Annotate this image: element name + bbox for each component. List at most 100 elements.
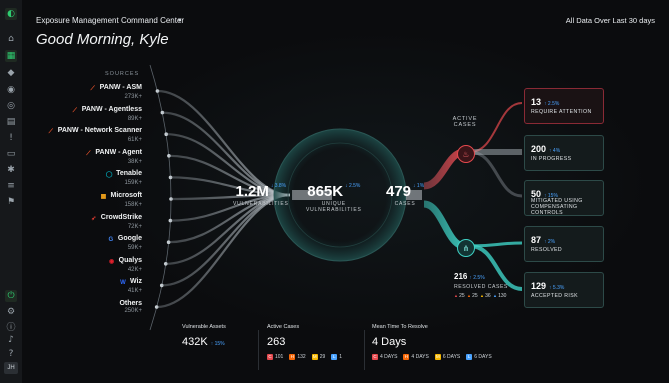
- gear-icon[interactable]: ✱: [5, 164, 17, 176]
- source-name-text: Qualys: [118, 256, 142, 264]
- source-item[interactable]: ⟋ PANW - Network Scanner 61K+: [22, 127, 142, 143]
- flow-to-card-5: [469, 244, 523, 291]
- settings-icon[interactable]: ⚙: [5, 306, 17, 318]
- case-card[interactable]: 13 ↑ 2.5% REQUIRE ATTENTION: [524, 88, 604, 124]
- source-count: 42K+: [127, 266, 142, 273]
- case-card-value: 87: [531, 235, 542, 245]
- mttr-kpi[interactable]: Mean Time To Resolve 4 Days C4 DAYS H 4 DA…: [372, 324, 498, 360]
- source-count: 158K+: [124, 202, 142, 208]
- panw-logo-icon: ⟋: [86, 150, 91, 157]
- case-card[interactable]: 87 ↑ 2% RESOLVED: [524, 226, 604, 262]
- grid-icon[interactable]: ▦: [5, 50, 17, 62]
- case-card-value: 13: [531, 97, 542, 107]
- case-card[interactable]: 129 ↑ 5.3% ACCEPTED RISK: [524, 272, 604, 308]
- source-item[interactable]: ➶ CrowdStrike 72K+: [22, 214, 142, 230]
- power-icon[interactable]: ⏻: [5, 290, 17, 302]
- active-cases-kpi-label: Active Cases: [267, 324, 300, 330]
- vulnerable-assets-value-row: 432K ↑ 15%: [182, 336, 226, 348]
- case-card-label-line: REQUIRE ATTENTION: [531, 109, 592, 115]
- resolved-cases-value[interactable]: 216 ↑ 2.5%: [454, 272, 485, 281]
- bell-icon[interactable]: ♪: [5, 334, 17, 346]
- divider: [258, 330, 259, 370]
- mttr-chips: C4 DAYS H 4 DAYS M 6 DAYS L 6 DAYS: [372, 354, 498, 360]
- resolved-delta: ↑ 2.5%: [469, 275, 485, 281]
- severity-chip-value: 6 DAYS: [474, 354, 492, 361]
- active-cases-kpi-value: 263: [267, 336, 286, 348]
- summary-bar: Vulnerable Assets 432K ↑ 15% Active Cases…: [162, 324, 612, 374]
- source-item[interactable]: Others 250K+: [22, 300, 142, 314]
- severity-chip: C: [372, 354, 378, 360]
- source-count: 61K+: [127, 137, 142, 144]
- source-item[interactable]: W Wiz 41K+: [22, 278, 142, 294]
- target-icon[interactable]: ◎: [5, 100, 17, 112]
- case-card-value-row: 129 ↑ 5.3%: [531, 281, 564, 291]
- severity-chip-value: 1: [339, 354, 343, 361]
- source-item[interactable]: G Google 59K+: [22, 235, 142, 251]
- case-card[interactable]: 200 ↑ 4% IN PROGRESS: [524, 135, 604, 171]
- source-name-text: Others: [119, 300, 142, 307]
- unique-vulnerabilities-stat[interactable]: 865K ↓ 2.5% UNIQUE VULNERABILITIES: [306, 183, 362, 213]
- source-item[interactable]: ▦ Microsoft 158K+: [22, 192, 142, 208]
- case-card-delta: ↑ 4%: [549, 148, 561, 154]
- network-icon[interactable]: ⋔: [457, 239, 475, 257]
- source-name: W Wiz: [22, 278, 142, 287]
- source-name-text: PANW - Agent: [95, 148, 142, 156]
- unique-value: 865K: [307, 183, 344, 200]
- logo-icon[interactable]: ◐: [5, 8, 17, 20]
- wiz-logo-icon: W: [120, 280, 126, 287]
- severity-chip: H: [289, 354, 296, 360]
- source-item[interactable]: ⟋ PANW - Agentless 89K+: [22, 106, 142, 122]
- eye-icon[interactable]: ◉: [5, 84, 17, 96]
- severity-value: 130: [498, 293, 507, 299]
- info-icon[interactable]: ⓘ: [5, 320, 17, 333]
- case-card-value-row: 200 ↑ 4%: [531, 144, 560, 154]
- resolved-value: 216: [454, 272, 468, 281]
- shield-icon[interactable]: ◆: [5, 67, 17, 79]
- vulnerable-assets-kpi[interactable]: Vulnerable Assets 432K ↑ 15%: [182, 324, 226, 348]
- alert-icon[interactable]: !: [5, 132, 17, 144]
- vulnerable-assets-value: 432K: [182, 336, 208, 348]
- vulnerabilities-stat[interactable]: 1.2M ↓ 3.8% VULNERABILITIES: [233, 183, 289, 207]
- home-icon[interactable]: ⌂: [5, 33, 17, 45]
- source-name-text: PANW - ASM: [99, 84, 142, 91]
- cases-stat[interactable]: 479 ↓ 1% CASES: [386, 183, 424, 207]
- fire-icon[interactable]: ♨: [457, 145, 475, 163]
- sources-heading: SOURCES: [105, 71, 140, 77]
- case-card-value: 129: [531, 281, 547, 291]
- severity-chip-value: 4 DAYS: [380, 354, 398, 361]
- source-name-text: CrowdStrike: [100, 213, 142, 221]
- source-item[interactable]: ⟋ PANW - ASM 273K+: [22, 84, 143, 100]
- case-card-value-row: 13 ↑ 2.5%: [531, 97, 559, 107]
- flag-icon[interactable]: ⚑: [5, 196, 17, 208]
- flow-resolved: [423, 200, 465, 250]
- list-icon[interactable]: ≡: [5, 180, 17, 192]
- source-name: ➶ CrowdStrike: [22, 214, 142, 223]
- avatar[interactable]: JH: [4, 362, 18, 374]
- unique-delta: ↓ 2.5%: [345, 183, 361, 189]
- source-item[interactable]: ◉ Qualys 42K+: [22, 257, 142, 273]
- qualys-logo-icon: ◉: [109, 258, 115, 265]
- cases-label: CASES: [394, 201, 416, 207]
- source-name: ▦ Microsoft: [22, 192, 142, 201]
- source-flow-line: [156, 193, 291, 309]
- source-item[interactable]: ◯ Tenable 159K+: [22, 170, 142, 186]
- folder-icon[interactable]: ▭: [5, 148, 17, 160]
- source-count: 250K+: [124, 308, 142, 314]
- source-name: Others: [22, 300, 142, 307]
- source-count: 59K+: [127, 245, 142, 252]
- source-item[interactable]: ⟋ PANW - Agent 38K+: [22, 149, 142, 165]
- panw-logo-icon: ⟋: [72, 107, 77, 114]
- case-card-label: IN PROGRESS: [531, 156, 571, 162]
- case-card-label: REQUIRE ATTENTION: [531, 109, 592, 115]
- source-name: ⟋ PANW - Agentless: [22, 106, 142, 115]
- panw-logo-icon: ⟋: [48, 129, 53, 136]
- mttr-label: Mean Time To Resolve: [372, 324, 428, 330]
- severity-count: ▲ 25: [454, 293, 465, 299]
- document-icon[interactable]: ▤: [5, 116, 17, 128]
- help-icon[interactable]: ?: [5, 348, 17, 360]
- case-card-value-row: 87 ↑ 2%: [531, 235, 555, 245]
- case-card-label-line: IN PROGRESS: [531, 156, 572, 162]
- active-cases-label-2: CASES: [453, 122, 477, 128]
- case-card[interactable]: 50 ↑ 15% MITIGATED USING COMPENSATING CONTRO…: [524, 180, 604, 216]
- active-cases-kpi[interactable]: Active Cases 263 C 101 H 132 M 29 L 1: [267, 324, 348, 360]
